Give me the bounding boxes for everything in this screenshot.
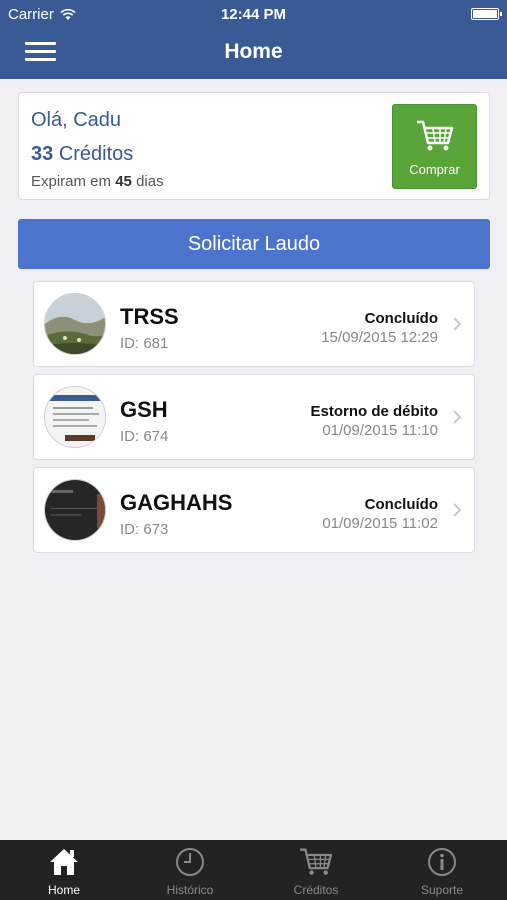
info-icon <box>428 848 456 876</box>
report-date: 01/09/2015 11:02 <box>322 515 438 532</box>
tab-history[interactable]: Histórico <box>127 840 253 900</box>
chevron-right-icon <box>453 317 462 331</box>
report-date: 01/09/2015 11:10 <box>322 422 438 439</box>
report-name: GSH <box>120 397 168 422</box>
report-thumbnail <box>44 386 106 448</box>
report-id: ID: 681 <box>120 335 169 352</box>
chevron-right-icon <box>453 410 462 424</box>
tab-credits[interactable]: Créditos <box>253 840 379 900</box>
report-thumbnail <box>44 479 106 541</box>
navigation-bar: Carrier 12:44 PM Home <box>0 0 507 79</box>
page-title: Home <box>224 40 283 63</box>
request-report-button[interactable]: Solicitar Laudo <box>18 219 490 269</box>
tab-label: Home <box>47 883 80 897</box>
credits-label: Créditos <box>58 143 134 165</box>
expires-prefix: Expiram em <box>31 173 112 190</box>
expires-suffix: dias <box>136 173 164 190</box>
status-bar: Carrier 12:44 PM <box>0 0 507 28</box>
report-list-item[interactable]: GSH ID: 674 Estorno de débito 01/09/2015… <box>33 374 475 460</box>
home-icon <box>50 849 78 875</box>
report-id: ID: 674 <box>120 428 169 445</box>
report-status: Concluído <box>364 310 438 327</box>
buy-credits-button[interactable]: Comprar <box>392 104 477 189</box>
status-time: 12:44 PM <box>220 6 287 23</box>
report-thumbnail <box>44 293 106 355</box>
report-id: ID: 673 <box>120 521 169 538</box>
battery-icon <box>471 8 502 20</box>
tab-home[interactable]: Home <box>1 840 127 900</box>
credits-count: 33 <box>31 143 54 165</box>
tab-label: Créditos <box>293 883 339 897</box>
credits-summary: 33 Créditos <box>31 143 133 166</box>
expires-days: 45 <box>115 173 132 190</box>
cart-icon <box>300 848 333 875</box>
tab-label: Histórico <box>166 883 214 897</box>
report-list-item[interactable]: GAGHAHS ID: 673 Concluído 01/09/2015 11:… <box>33 467 475 553</box>
chevron-right-icon <box>453 503 462 517</box>
clock-icon <box>176 848 204 876</box>
expiration-text: Expiram em 45 dias <box>31 173 164 190</box>
report-name: TRSS <box>120 304 179 329</box>
report-name: GAGHAHS <box>120 490 233 515</box>
report-date: 15/09/2015 12:29 <box>321 329 438 346</box>
cart-icon <box>416 120 453 151</box>
tab-support[interactable]: Suporte <box>379 840 505 900</box>
greeting-text: Olá, Cadu <box>31 109 122 131</box>
report-status: Estorno de débito <box>310 403 439 420</box>
buy-button-label: Comprar <box>409 162 460 177</box>
report-status: Concluído <box>364 496 438 513</box>
report-list-item[interactable]: TRSS ID: 681 Concluído 15/09/2015 12:29 <box>33 281 475 367</box>
tab-label: Suporte <box>420 883 464 897</box>
credits-card: Olá, Cadu 33 Créditos Expiram em 45 dias… <box>18 92 490 200</box>
tab-bar: Home Histórico Créditos Suporte <box>0 840 507 900</box>
